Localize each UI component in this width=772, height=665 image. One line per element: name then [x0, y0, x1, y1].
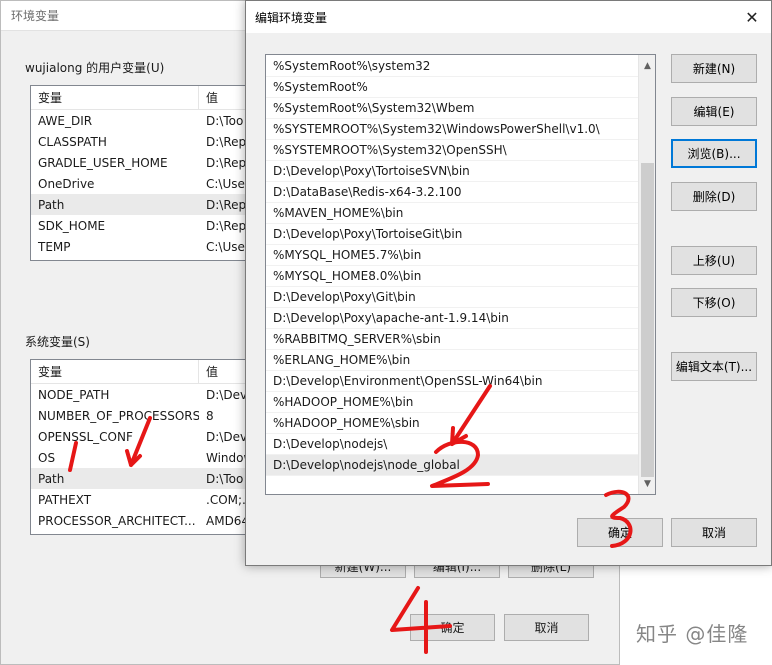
row-name: Path [38, 471, 65, 486]
system-col-variable[interactable]: 变量 [31, 360, 199, 383]
path-list-item[interactable]: %MYSQL_HOME8.0%\bin [266, 266, 639, 287]
row-name: TEMP [38, 239, 71, 254]
user-variables-table[interactable]: 变量 值 AWE_DIR D:\Too CLASSPATH D:\Rep GRADL… [30, 85, 260, 261]
path-list-item[interactable]: %RABBITMQ_SERVER%\sbin [266, 329, 639, 350]
row-name: Path [38, 197, 65, 212]
table-row[interactable]: GRADLE_USER_HOME D:\Rep [31, 152, 259, 173]
path-list-item[interactable]: %SystemRoot%\system32 [266, 56, 639, 77]
path-list-item[interactable]: D:\Develop\Poxy\TortoiseSVN\bin [266, 161, 639, 182]
path-list-item[interactable]: D:\Develop\Poxy\TortoiseGit\bin [266, 224, 639, 245]
user-variables-group-label: wujialong 的用户变量(U) [25, 61, 165, 75]
browse-button[interactable]: 浏览(B)... [671, 139, 757, 168]
edit-ok-button[interactable]: 确定 [577, 518, 663, 547]
system-variables-group-label: 系统变量(S) [25, 335, 90, 349]
table-row[interactable]: OneDrive C:\User [31, 173, 259, 194]
table-row-selected[interactable]: Path D:\Too [31, 468, 259, 489]
table-row[interactable]: AWE_DIR D:\Too [31, 110, 259, 131]
table-row[interactable]: TEMP C:\User [31, 236, 259, 257]
env-ok-button[interactable]: 确定 [410, 614, 495, 641]
row-name: OS [38, 450, 56, 465]
scroll-up-icon[interactable]: ▲ [639, 57, 655, 74]
path-items: %SystemRoot%\system32 %SystemRoot% %System… [266, 56, 639, 476]
edit-environment-variable-dialog: 编辑环境变量 ✕ %SystemRoot%\system32 %SystemRoo… [245, 0, 772, 566]
path-list-item[interactable]: %HADOOP_HOME%\sbin [266, 413, 639, 434]
path-list-item[interactable]: %SystemRoot% [266, 77, 639, 98]
path-list-item[interactable]: D:\Develop\nodejs\node_global [266, 455, 639, 476]
scroll-thumb[interactable] [641, 163, 654, 477]
table-row[interactable]: NUMBER_OF_PROCESSORS 8 [31, 405, 259, 426]
path-list-item[interactable]: D:\DataBase\Redis-x64-3.2.100 [266, 182, 639, 203]
row-name: NODE_PATH [38, 387, 110, 402]
system-variables-table[interactable]: 变量 值 NODE_PATH D:\Deve NUMBER_OF_PROCESSO… [30, 359, 260, 535]
path-list-item[interactable]: %MAVEN_HOME%\bin [266, 203, 639, 224]
edit-path-button[interactable]: 编辑(E) [671, 97, 757, 126]
new-path-button[interactable]: 新建(N) [671, 54, 757, 83]
row-name: PATHEXT [38, 492, 92, 507]
path-list-item[interactable]: %MYSQL_HOME5.7%\bin [266, 245, 639, 266]
move-up-button[interactable]: 上移(U) [671, 246, 757, 275]
path-list-item[interactable]: D:\Develop\Poxy\Git\bin [266, 287, 639, 308]
table-row[interactable]: PATHEXT .COM;. [31, 489, 259, 510]
table-row-selected[interactable]: Path D:\Rep [31, 194, 259, 215]
edit-text-button[interactable]: 编辑文本(T)... [671, 352, 757, 381]
row-name: SDK_HOME [38, 218, 106, 233]
path-list-item[interactable]: %ERLANG_HOME%\bin [266, 350, 639, 371]
edit-dialog-title: 编辑环境变量 [255, 10, 328, 25]
table-row[interactable]: OPENSSL_CONF D:\Deve [31, 426, 259, 447]
path-list-item[interactable]: D:\Develop\Poxy\apache-ant-1.9.14\bin [266, 308, 639, 329]
row-name: CLASSPATH [38, 134, 107, 149]
close-icon[interactable]: ✕ [739, 4, 765, 30]
env-window-title: 环境变量 [11, 9, 60, 23]
system-table-header: 变量 值 [31, 360, 259, 384]
row-name: OPENSSL_CONF [38, 429, 133, 444]
user-table-header: 变量 值 [31, 86, 259, 110]
table-row[interactable]: SDK_HOME D:\Rep [31, 215, 259, 236]
edit-cancel-button[interactable]: 取消 [671, 518, 757, 547]
table-row[interactable]: CLASSPATH D:\Rep [31, 131, 259, 152]
move-down-button[interactable]: 下移(O) [671, 288, 757, 317]
edit-dialog-titlebar: 编辑环境变量 ✕ [246, 1, 771, 33]
path-list-item[interactable]: D:\Develop\Environment\OpenSSL-Win64\bin [266, 371, 639, 392]
path-list[interactable]: %SystemRoot%\system32 %SystemRoot% %System… [265, 54, 656, 495]
table-row[interactable]: NODE_PATH D:\Deve [31, 384, 259, 405]
scroll-down-icon[interactable]: ▼ [639, 475, 655, 492]
path-list-item[interactable]: D:\Develop\nodejs\ [266, 434, 639, 455]
delete-path-button[interactable]: 删除(D) [671, 182, 757, 211]
path-list-item[interactable]: %SYSTEMROOT%\System32\OpenSSH\ [266, 140, 639, 161]
env-cancel-button[interactable]: 取消 [504, 614, 589, 641]
row-name: AWE_DIR [38, 113, 93, 128]
row-name: GRADLE_USER_HOME [38, 155, 168, 170]
table-row[interactable]: OS Window [31, 447, 259, 468]
row-name: OneDrive [38, 176, 95, 191]
user-col-variable[interactable]: 变量 [31, 86, 199, 109]
row-name: PROCESSOR_ARCHITECT... [38, 513, 196, 528]
path-list-item[interactable]: %HADOOP_HOME%\bin [266, 392, 639, 413]
watermark-text: 知乎 @佳隆 [636, 622, 749, 646]
path-list-scrollbar[interactable]: ▲ ▼ [638, 55, 655, 494]
row-name: NUMBER_OF_PROCESSORS [38, 408, 199, 423]
path-list-item[interactable]: %SystemRoot%\System32\Wbem [266, 98, 639, 119]
table-row[interactable]: PROCESSOR_ARCHITECT... AMD64 [31, 510, 259, 531]
path-list-item[interactable]: %SYSTEMROOT%\System32\WindowsPowerShell\… [266, 119, 639, 140]
